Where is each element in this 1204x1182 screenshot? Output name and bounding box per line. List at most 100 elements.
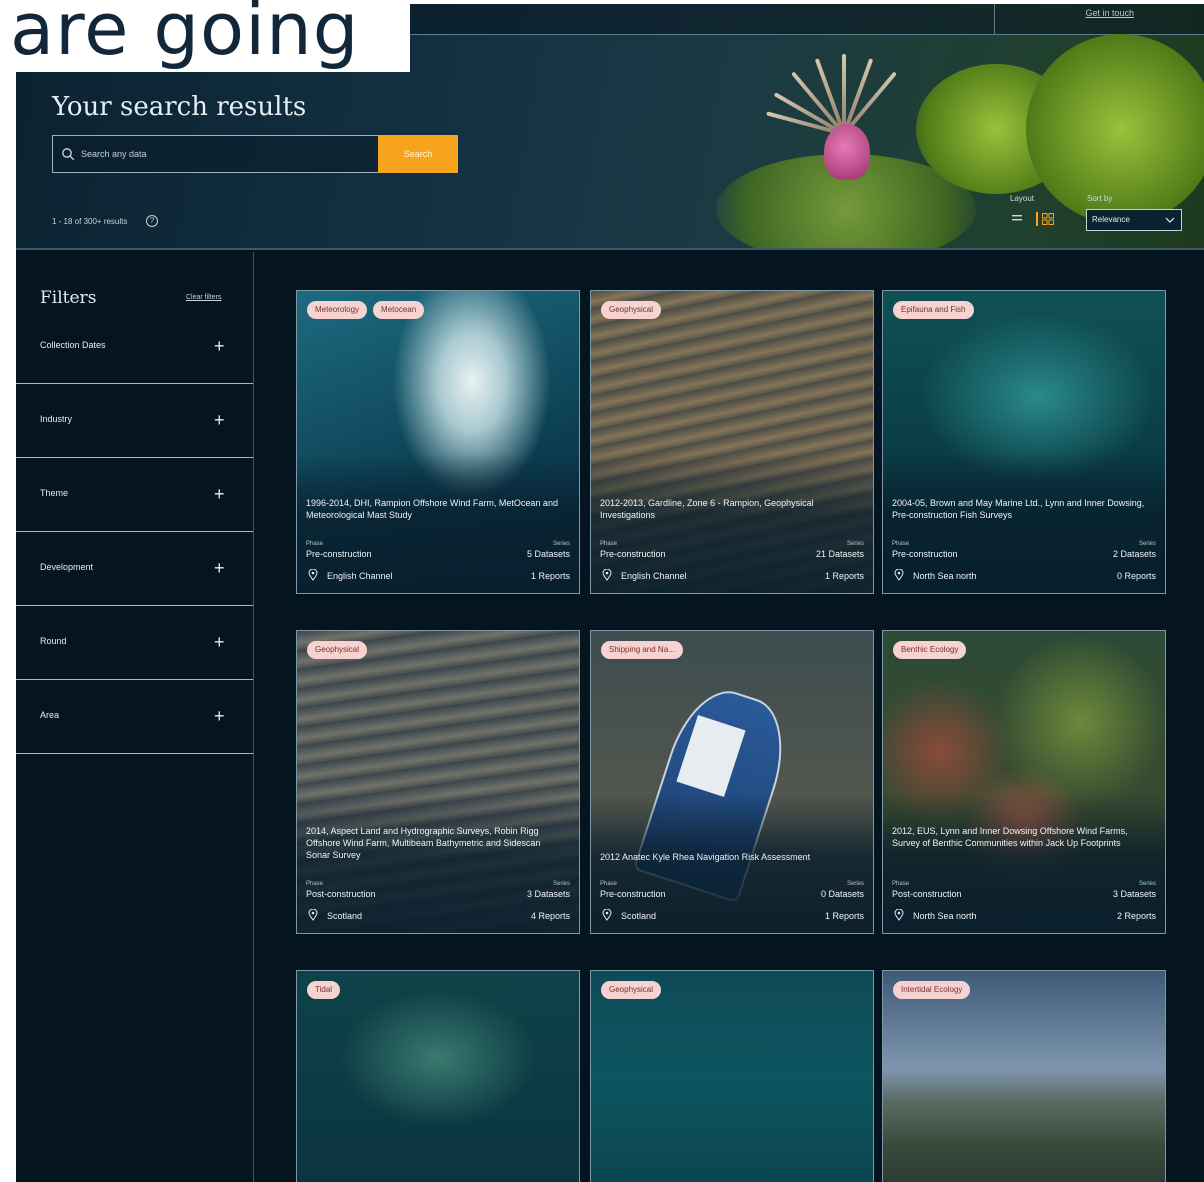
card-datasets: 0 Datasets bbox=[820, 889, 864, 899]
card-reports: 1 Reports bbox=[530, 571, 570, 581]
phase-label: Phase bbox=[600, 881, 618, 887]
card-tags: Intertidal Ecology bbox=[893, 981, 971, 999]
card-tags: Geophysical bbox=[601, 301, 662, 319]
result-card[interactable]: Shipping and Na... 2012 Anatec Kyle Rhea… bbox=[590, 630, 874, 934]
overlay-headline: are going bbox=[0, 0, 410, 72]
location-pin-icon bbox=[602, 569, 612, 581]
card-location: English Channel bbox=[327, 571, 393, 581]
search-input[interactable] bbox=[81, 136, 371, 172]
card-reports: 2 Reports bbox=[1116, 911, 1156, 921]
card-tags: Meteorology Metocean bbox=[307, 301, 425, 319]
tag[interactable]: Geophysical bbox=[601, 301, 662, 319]
card-tags: Geophysical bbox=[307, 641, 368, 659]
search-button[interactable]: Search bbox=[378, 135, 458, 173]
search-icon bbox=[62, 148, 75, 161]
tag[interactable]: Meteorology bbox=[307, 301, 368, 319]
result-card[interactable]: Tidal bbox=[296, 970, 580, 1182]
grid-view-toggle[interactable] bbox=[1036, 212, 1054, 226]
tag[interactable]: Metocean bbox=[373, 301, 425, 319]
tag[interactable]: Geophysical bbox=[307, 641, 368, 659]
clear-filters-link[interactable]: Clear filters bbox=[186, 294, 221, 301]
chevron-down-icon bbox=[1165, 217, 1175, 223]
card-tags: Tidal bbox=[307, 981, 341, 999]
result-card[interactable]: Geophysical bbox=[590, 970, 874, 1182]
tag[interactable]: Shipping and Na... bbox=[601, 641, 683, 659]
result-card[interactable]: Epifauna and Fish 2004-05, Brown and May… bbox=[882, 290, 1166, 594]
top-bar-divider bbox=[406, 34, 1204, 35]
plus-icon: + bbox=[214, 706, 225, 726]
card-location: North Sea north bbox=[913, 571, 977, 581]
phase-label: Phase bbox=[306, 881, 324, 887]
filter-label: Round bbox=[40, 636, 67, 646]
tag[interactable]: Tidal bbox=[307, 981, 341, 999]
seaweed-decoration bbox=[1026, 34, 1204, 224]
card-title: 2012, EUS, Lynn and Inner Dowsing Offsho… bbox=[892, 826, 1128, 848]
filter-label: Area bbox=[40, 710, 60, 720]
card-reports: 4 Reports bbox=[530, 911, 570, 921]
card-phase: Post-construction bbox=[306, 889, 376, 899]
card-datasets: 3 Datasets bbox=[526, 889, 570, 899]
filter-area[interactable]: Area + bbox=[16, 680, 253, 754]
plus-icon: + bbox=[214, 336, 225, 356]
series-label: Series bbox=[552, 541, 570, 547]
card-phase: Pre-construction bbox=[600, 889, 666, 899]
sort-value: Relevance bbox=[1092, 215, 1130, 224]
card-title: 2014, Aspect Land and Hydrographic Surve… bbox=[306, 826, 541, 860]
filter-label: Theme bbox=[40, 488, 69, 498]
tag[interactable]: Benthic Ecology bbox=[893, 641, 967, 659]
card-title: 2004-05, Brown and May Marine Ltd., Lynn… bbox=[892, 498, 1145, 520]
card-reports: 0 Reports bbox=[1116, 571, 1156, 581]
plus-icon: + bbox=[214, 484, 225, 504]
card-datasets: 3 Datasets bbox=[1112, 889, 1156, 899]
series-label: Series bbox=[1138, 541, 1156, 547]
filter-round[interactable]: Round + bbox=[16, 606, 253, 680]
filter-collection-dates[interactable]: Collection Dates + bbox=[16, 310, 253, 384]
location-pin-icon bbox=[308, 569, 318, 581]
card-datasets: 21 Datasets bbox=[815, 549, 864, 559]
phase-label: Phase bbox=[892, 541, 910, 547]
card-datasets: 2 Datasets bbox=[1112, 549, 1156, 559]
result-card[interactable]: Intertidal Ecology bbox=[882, 970, 1166, 1182]
card-reports: 1 Reports bbox=[824, 571, 864, 581]
series-label: Series bbox=[846, 541, 864, 547]
card-phase: Pre-construction bbox=[600, 549, 666, 559]
filter-industry[interactable]: Industry + bbox=[16, 384, 253, 458]
series-label: Series bbox=[846, 881, 864, 887]
top-bar bbox=[406, 4, 1204, 34]
get-in-touch-link[interactable]: Get in touch bbox=[1085, 8, 1134, 18]
result-card[interactable]: Meteorology Metocean 1996-2014, DHI, Ram… bbox=[296, 290, 580, 594]
card-image bbox=[297, 971, 579, 1182]
info-icon[interactable]: ? bbox=[146, 215, 158, 227]
sort-label: Sort by bbox=[1087, 194, 1113, 203]
location-pin-icon bbox=[602, 909, 612, 921]
card-phase: Pre-construction bbox=[892, 549, 958, 559]
tag[interactable]: Intertidal Ecology bbox=[893, 981, 971, 999]
result-card[interactable]: Geophysical 2014, Aspect Land and Hydrog… bbox=[296, 630, 580, 934]
card-phase: Pre-construction bbox=[306, 549, 372, 559]
plus-icon: + bbox=[214, 410, 225, 430]
filter-label: Collection Dates bbox=[40, 340, 106, 350]
card-title: 1996-2014, DHI, Rampion Offshore Wind Fa… bbox=[306, 498, 558, 520]
card-title: 2012-2013, Gardline, Zone 6 - Rampion, G… bbox=[600, 498, 814, 520]
result-card[interactable]: Geophysical 2012-2013, Gardline, Zone 6 … bbox=[590, 290, 874, 594]
filter-theme[interactable]: Theme + bbox=[16, 458, 253, 532]
location-pin-icon bbox=[308, 909, 318, 921]
card-tags: Benthic Ecology bbox=[893, 641, 967, 659]
tag[interactable]: Epifauna and Fish bbox=[893, 301, 974, 319]
filter-label: Development bbox=[40, 562, 94, 572]
card-location: North Sea north bbox=[913, 911, 977, 921]
result-card[interactable]: Benthic Ecology 2012, EUS, Lynn and Inne… bbox=[882, 630, 1166, 934]
sort-select[interactable]: Relevance bbox=[1086, 209, 1182, 231]
filter-development[interactable]: Development + bbox=[16, 532, 253, 606]
list-view-icon[interactable] bbox=[1012, 212, 1022, 224]
card-tags: Shipping and Na... bbox=[601, 641, 683, 659]
card-phase: Post-construction bbox=[892, 889, 962, 899]
anemone-decoration bbox=[706, 44, 897, 194]
page-title: Your search results bbox=[52, 92, 307, 122]
tag[interactable]: Geophysical bbox=[601, 981, 662, 999]
card-tags: Geophysical bbox=[601, 981, 662, 999]
filter-label: Industry bbox=[40, 414, 73, 424]
phase-label: Phase bbox=[600, 541, 618, 547]
card-title: 2012 Anatec Kyle Rhea Navigation Risk As… bbox=[600, 852, 811, 862]
card-location: Scotland bbox=[327, 911, 363, 921]
